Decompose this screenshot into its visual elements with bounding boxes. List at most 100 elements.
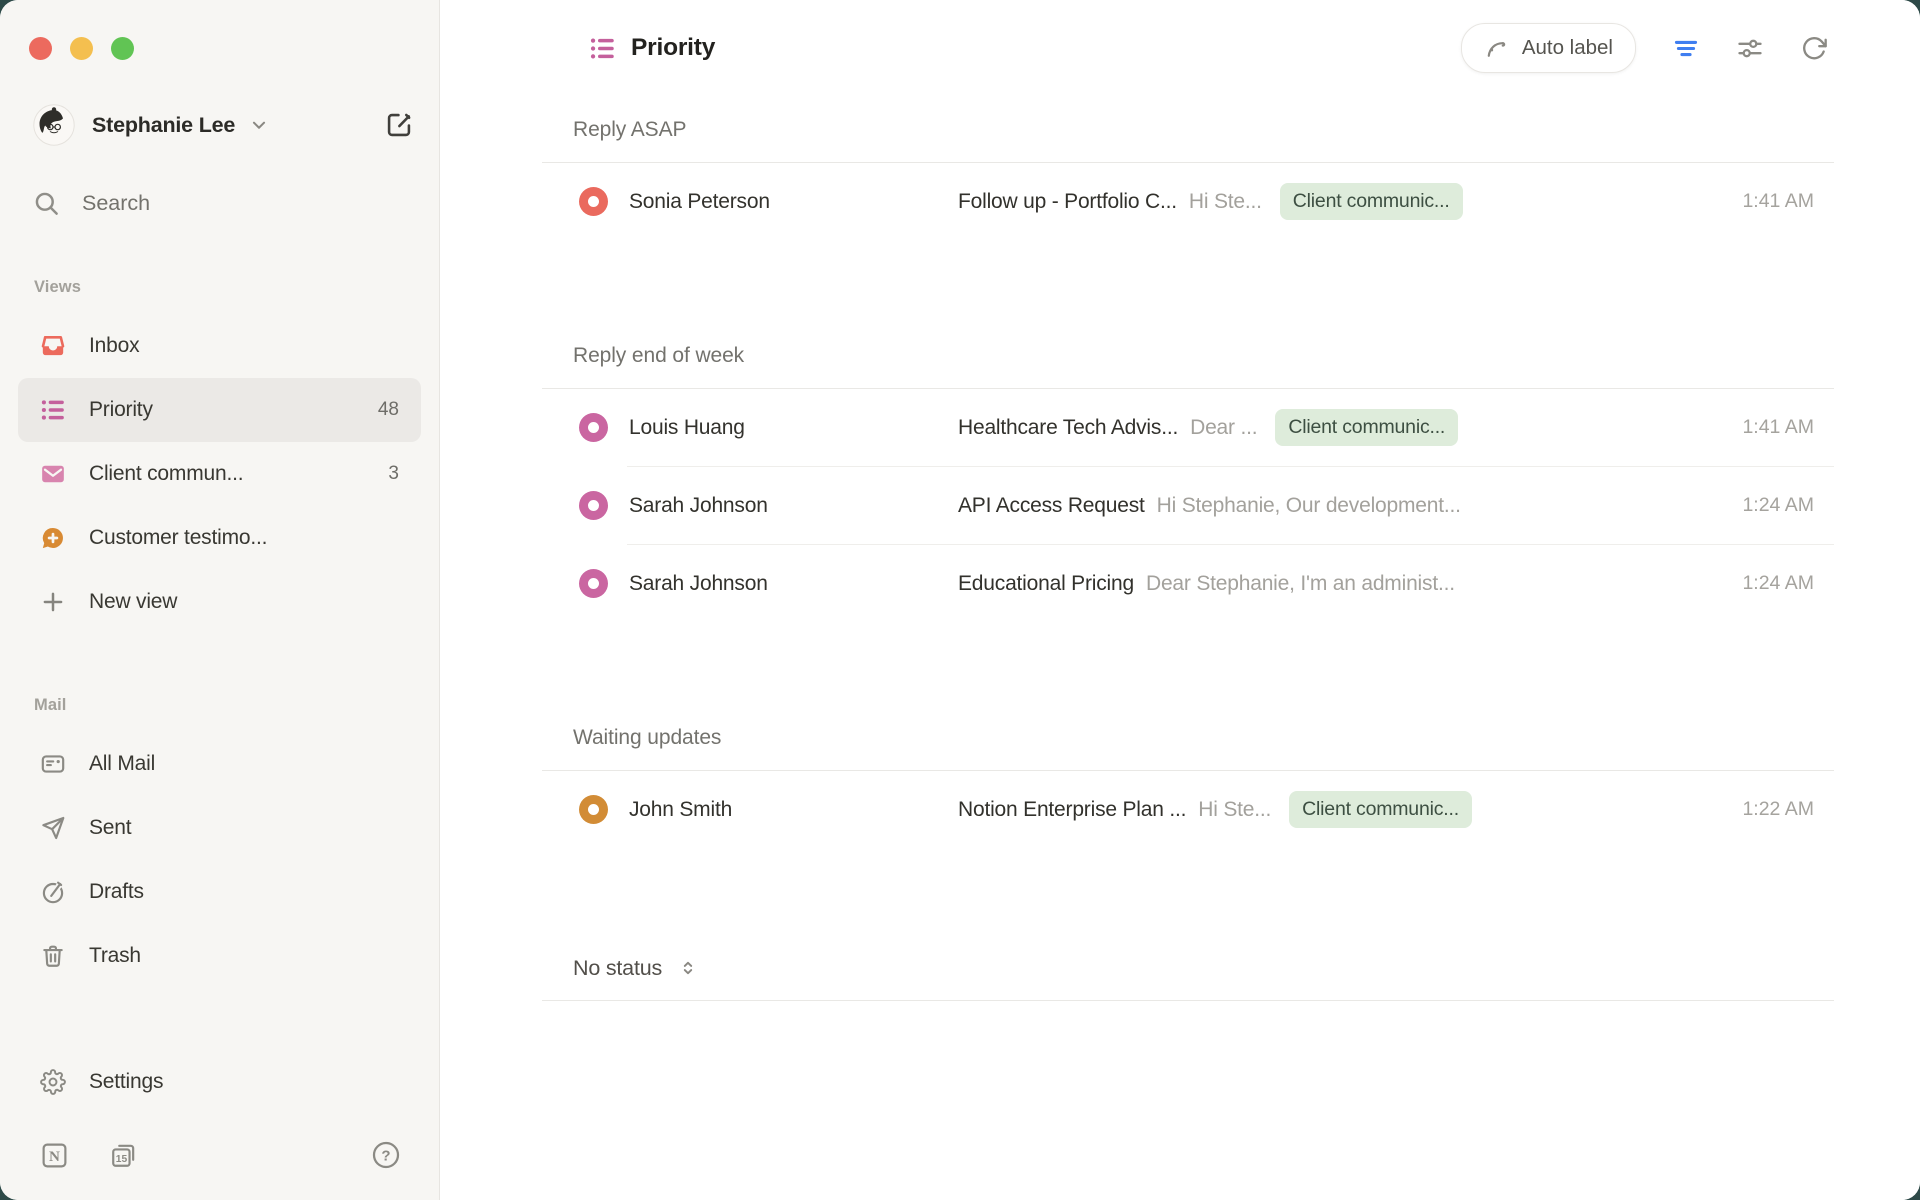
priority-list-icon [589, 35, 616, 62]
trash-icon [40, 943, 66, 969]
email-sender: John Smith [629, 798, 958, 822]
email-subject: Healthcare Tech Advis... [958, 416, 1178, 440]
sidebar-item-trash[interactable]: Trash [18, 924, 421, 988]
account-switcher[interactable]: Stephanie Lee [33, 100, 413, 150]
email-subject: API Access Request [958, 494, 1145, 518]
sidebar-item-label: Trash [89, 944, 399, 968]
email-time: 1:22 AM [1742, 798, 1814, 821]
plus-icon [40, 589, 66, 615]
sidebar-item-priority[interactable]: Priority 48 [18, 378, 421, 442]
auto-label-button[interactable]: Auto label [1461, 23, 1636, 73]
status-dot-icon[interactable] [579, 491, 608, 520]
email-row[interactable]: Louis Huang Healthcare Tech Advis... Dea… [542, 389, 1834, 466]
sidebar-item-label: Drafts [89, 880, 399, 904]
sidebar-item-label: Inbox [89, 334, 399, 358]
status-dot-icon[interactable] [579, 795, 608, 824]
email-row[interactable]: John Smith Notion Enterprise Plan ... Hi… [542, 771, 1834, 848]
notion-calendar-icon[interactable]: 15 [109, 1141, 138, 1170]
label-wand-icon [1484, 36, 1509, 61]
svg-text:?: ? [381, 1148, 390, 1165]
sidebar-item-client-communication[interactable]: Client commun... 3 [18, 442, 421, 506]
sidebar-item-label: Settings [89, 1070, 399, 1094]
group-title: Reply end of week [542, 336, 1834, 376]
priority-list-icon [40, 397, 66, 423]
view-header: Priority Auto label [440, 0, 1920, 96]
email-list: Reply ASAP Sonia Peterson Follow up - Po… [440, 96, 1920, 1200]
all-mail-icon [40, 751, 66, 777]
email-subject: Follow up - Portfolio C... [958, 190, 1177, 214]
user-name: Stephanie Lee [92, 113, 235, 138]
filter-icon[interactable] [1672, 34, 1700, 62]
sidebar-item-label: Customer testimo... [89, 526, 399, 550]
sidebar-item-inbox[interactable]: Inbox [18, 314, 421, 378]
email-time: 1:24 AM [1742, 572, 1814, 595]
no-status-label: No status [573, 956, 662, 981]
search-icon [33, 190, 60, 217]
sidebar-item-drafts[interactable]: Drafts [18, 860, 421, 924]
email-subject: Educational Pricing [958, 572, 1134, 596]
group-title: Reply ASAP [542, 110, 1834, 150]
drafts-icon [40, 879, 66, 905]
email-sender: Sonia Peterson [629, 190, 958, 214]
views-nav: Inbox Priority 48 [0, 314, 439, 634]
search-placeholder: Search [82, 191, 150, 216]
close-window-button[interactable] [29, 37, 52, 60]
refresh-icon[interactable] [1800, 34, 1828, 62]
sidebar-item-label: Client commun... [89, 462, 388, 486]
sidebar-item-label: Priority [89, 398, 378, 422]
label-badge[interactable]: Client communic... [1280, 183, 1463, 220]
email-preview: Hi Ste... [1198, 798, 1271, 822]
status-dot-icon[interactable] [579, 413, 608, 442]
mail-app-window: Stephanie Lee Search Views [0, 0, 1920, 1200]
email-subject: Notion Enterprise Plan ... [958, 798, 1186, 822]
sidebar-item-settings[interactable]: Settings [18, 1050, 421, 1114]
status-dot-icon[interactable] [579, 187, 608, 216]
sidebar-item-new-view[interactable]: New view [18, 570, 421, 634]
svg-text:15: 15 [116, 1154, 128, 1165]
help-icon[interactable]: ? [371, 1140, 401, 1170]
no-status-group-toggle[interactable]: No status [542, 944, 1834, 992]
label-badge[interactable]: Client communic... [1275, 409, 1458, 446]
testimonial-bubble-icon [40, 525, 66, 551]
label-badge[interactable]: Client communic... [1289, 791, 1472, 828]
main-panel: Priority Auto label [440, 0, 1920, 1200]
mail-section-label: Mail [0, 690, 439, 720]
inbox-icon [40, 333, 66, 359]
compose-button[interactable] [385, 111, 413, 139]
email-preview: Hi Stephanie, Our development... [1157, 494, 1461, 518]
sidebar: Stephanie Lee Search Views [0, 0, 440, 1200]
sidebar-item-all-mail[interactable]: All Mail [18, 732, 421, 796]
search-input[interactable]: Search [33, 178, 413, 228]
status-dot-icon[interactable] [579, 569, 608, 598]
chevron-down-icon [248, 114, 270, 136]
svg-text:N: N [49, 1149, 60, 1165]
header-controls: Auto label [1461, 23, 1828, 73]
email-row[interactable]: Sarah Johnson Educational Pricing Dear S… [542, 545, 1834, 622]
zoom-window-button[interactable] [111, 37, 134, 60]
sidebar-item-label: Sent [89, 816, 399, 840]
minimize-window-button[interactable] [70, 37, 93, 60]
email-sender: Louis Huang [629, 416, 958, 440]
email-preview: Dear ... [1190, 416, 1257, 440]
views-section-label: Views [0, 272, 439, 302]
auto-label-text: Auto label [1522, 36, 1613, 60]
email-time: 1:41 AM [1742, 190, 1814, 213]
notion-logo-icon[interactable]: N [40, 1141, 69, 1170]
email-preview: Dear Stephanie, I'm an administ... [1146, 572, 1455, 596]
sidebar-item-label: New view [89, 590, 399, 614]
window-controls [0, 0, 439, 60]
sidebar-bottom: Settings N 15 [0, 1050, 439, 1200]
email-group-waiting-updates: Waiting updates John Smith Notion Enterp… [542, 718, 1834, 848]
email-sender: Sarah Johnson [629, 572, 958, 596]
divider [542, 1000, 1834, 1001]
email-time: 1:24 AM [1742, 494, 1814, 517]
gear-icon [40, 1069, 66, 1095]
email-group-reply-end-of-week: Reply end of week Louis Huang Healthcare… [542, 336, 1834, 622]
email-row[interactable]: Sonia Peterson Follow up - Portfolio C..… [542, 163, 1834, 240]
display-settings-icon[interactable] [1736, 34, 1764, 62]
email-row[interactable]: Sarah Johnson API Access Request Hi Step… [542, 467, 1834, 544]
email-sender: Sarah Johnson [629, 494, 958, 518]
sidebar-item-customer-testimonials[interactable]: Customer testimo... [18, 506, 421, 570]
user-avatar [33, 104, 75, 146]
sidebar-item-sent[interactable]: Sent [18, 796, 421, 860]
